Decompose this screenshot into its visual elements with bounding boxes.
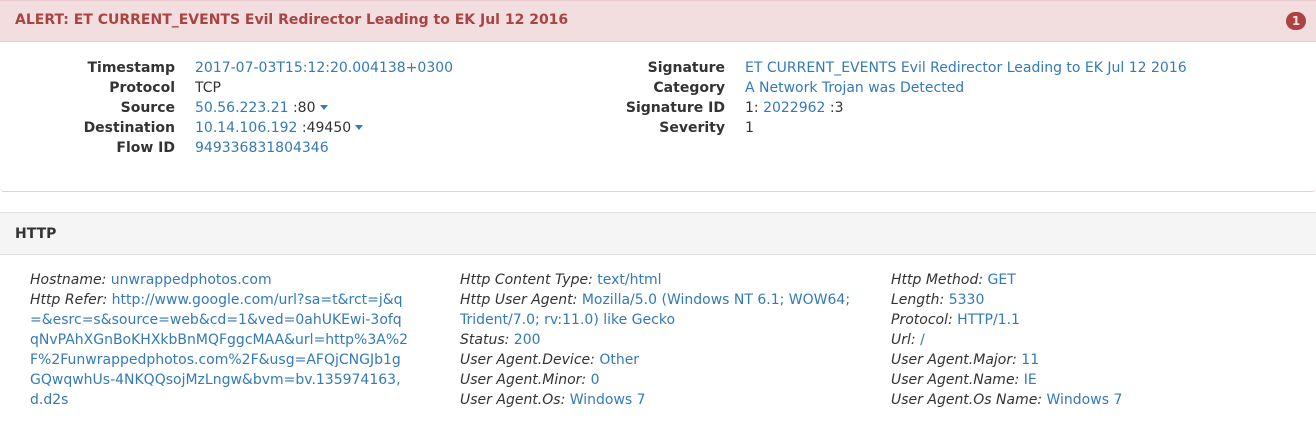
detail-label-destination: Destination <box>83 120 175 136</box>
detail-value-suffix: :3 <box>825 100 844 116</box>
http-field-http-method: Http Method: GET <box>891 270 1291 290</box>
http-field-http-user-agent: Http User Agent: Mozilla/5.0 (Windows NT… <box>460 290 860 330</box>
http-field-user-agent-device: User Agent.Device: Other <box>460 350 860 370</box>
http-field-value[interactable]: Windows 7 <box>570 392 646 408</box>
http-field-key: Http User Agent: <box>460 292 578 308</box>
detail-value-text[interactable]: 2017-07-03T15:12:20.004138+0300 <box>195 60 453 76</box>
detail-label-severity: Severity <box>659 120 725 136</box>
http-field-user-agent-name: User Agent.Name: IE <box>891 370 1291 390</box>
http-field-value[interactable]: IE <box>1024 372 1037 388</box>
http-field-key: Url: <box>891 332 916 348</box>
dropdown-caret-icon[interactable] <box>319 104 328 110</box>
http-field-key: Protocol: <box>891 312 953 328</box>
http-field-http-refer: Http Refer: http://www.google.com/url?sa… <box>30 290 410 410</box>
detail-value-text[interactable]: ET CURRENT_EVENTS Evil Redirector Leadin… <box>745 60 1187 76</box>
detail-value-timestamp: 2017-07-03T15:12:20.004138+0300 <box>195 58 453 78</box>
http-field-key: Hostname: <box>30 272 107 288</box>
detail-value-text: 1 <box>745 120 754 136</box>
detail-value-text[interactable]: 50.56.223.21 <box>195 100 289 116</box>
http-field-user-agent-os: User Agent.Os: Windows 7 <box>460 390 860 410</box>
http-title: HTTP <box>15 226 57 242</box>
detail-label-category: Category <box>653 80 725 96</box>
http-field-user-agent-minor: User Agent.Minor: 0 <box>460 370 860 390</box>
http-field-value[interactable]: 5330 <box>949 292 985 308</box>
http-column-1: Hostname: unwrappedphotos.com Http Refer:… <box>30 270 410 410</box>
http-field-key: User Agent.Os Name: <box>891 392 1043 408</box>
http-field-value[interactable]: 0 <box>591 372 600 388</box>
detail-label-signature-id: Signature ID <box>625 100 725 116</box>
detail-label-source: Source <box>120 100 175 116</box>
detail-label-signature: Signature <box>647 60 725 76</box>
http-field-key: User Agent.Name: <box>891 372 1020 388</box>
detail-value-signature-id: 1: 2022962 :3 <box>745 98 844 118</box>
http-field-status: Status: 200 <box>460 330 860 350</box>
detail-value-destination: 10.14.106.192 :49450 <box>195 118 364 138</box>
http-panel: HTTP Hostname: unwrappedphotos.com Http R… <box>0 212 1316 422</box>
http-column-3: Http Method: GET Length: 5330 Protocol: HT… <box>891 270 1291 410</box>
detail-value-text[interactable]: A Network Trojan was Detected <box>745 80 964 96</box>
detail-value-suffix: :49450 <box>297 120 352 136</box>
http-field-key: Status: <box>460 332 510 348</box>
detail-value-text: TCP <box>195 80 221 96</box>
http-field-key: User Agent.Os: <box>460 392 566 408</box>
detail-label-flow-id: Flow ID <box>116 140 175 156</box>
detail-value-protocol: TCP <box>195 78 221 98</box>
alert-title: ALERT: ET CURRENT_EVENTS Evil Redirector… <box>15 12 569 28</box>
detail-value-text[interactable]: 2022962 <box>763 100 825 116</box>
http-field-user-agent-os-name: User Agent.Os Name: Windows 7 <box>891 390 1291 410</box>
detail-value-text[interactable]: 949336831804346 <box>195 140 329 156</box>
detail-value-text[interactable]: 10.14.106.192 <box>195 120 297 136</box>
http-field-value[interactable]: 11 <box>1021 352 1039 368</box>
http-heading: HTTP <box>0 213 1316 255</box>
http-field-key: Http Refer: <box>30 292 108 308</box>
alert-panel: ALERT: ET CURRENT_EVENTS Evil Redirector… <box>0 0 1316 192</box>
http-field-key: Http Method: <box>891 272 984 288</box>
http-field-protocol: Protocol: HTTP/1.1 <box>891 310 1291 330</box>
http-field-key: Length: <box>891 292 945 308</box>
http-field-url: Url: / <box>891 330 1291 350</box>
http-field-value[interactable]: HTTP/1.1 <box>957 312 1020 328</box>
http-field-value[interactable]: GET <box>988 272 1016 288</box>
dropdown-caret-icon[interactable] <box>355 124 364 130</box>
detail-label-protocol: Protocol <box>109 80 175 96</box>
http-field-value[interactable]: text/html <box>597 272 661 288</box>
http-field-value[interactable]: http://www.google.com/url?sa=t&rct=j&q=&… <box>30 292 408 408</box>
http-field-value[interactable]: unwrappedphotos.com <box>111 272 272 288</box>
http-field-hostname: Hostname: unwrappedphotos.com <box>30 270 410 290</box>
alert-heading[interactable]: ALERT: ET CURRENT_EVENTS Evil Redirector… <box>0 1 1316 42</box>
alert-count-badge: 1 <box>1286 12 1306 30</box>
detail-value-severity: 1 <box>745 118 754 138</box>
http-field-value[interactable]: Windows 7 <box>1047 392 1123 408</box>
http-field-key: Http Content Type: <box>460 272 593 288</box>
http-field-key: User Agent.Major: <box>891 352 1017 368</box>
http-field-http-content-type: Http Content Type: text/html <box>460 270 860 290</box>
detail-value-prefix: 1: <box>745 100 764 116</box>
http-field-value[interactable]: Other <box>599 352 639 368</box>
detail-value-source: 50.56.223.21 :80 <box>195 98 328 118</box>
http-field-value[interactable]: 200 <box>514 332 541 348</box>
detail-value-category: A Network Trojan was Detected <box>745 78 964 98</box>
http-field-value[interactable]: / <box>920 332 925 348</box>
detail-value-flow-id: 949336831804346 <box>195 138 329 158</box>
detail-label-timestamp: Timestamp <box>87 60 175 76</box>
http-field-length: Length: 5330 <box>891 290 1291 310</box>
http-column-2: Http Content Type: text/html Http User Ag… <box>460 270 860 410</box>
detail-value-signature: ET CURRENT_EVENTS Evil Redirector Leadin… <box>745 58 1187 78</box>
detail-value-suffix: :80 <box>288 100 316 116</box>
http-field-key: User Agent.Device: <box>460 352 595 368</box>
http-field-key: User Agent.Minor: <box>460 372 587 388</box>
http-field-user-agent-major: User Agent.Major: 11 <box>891 350 1291 370</box>
